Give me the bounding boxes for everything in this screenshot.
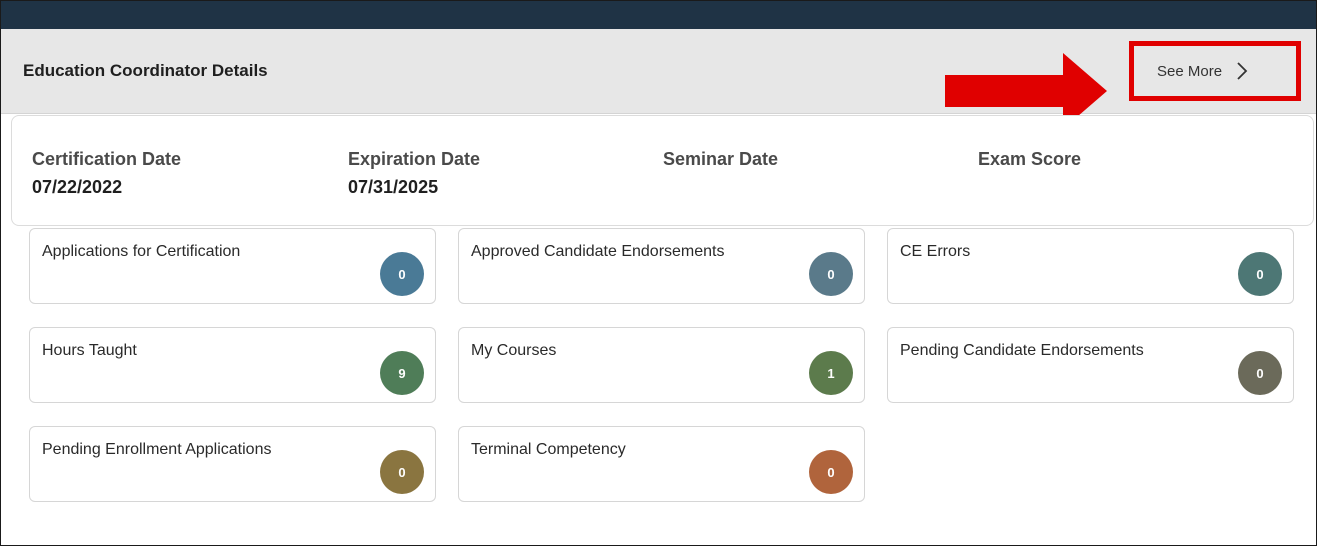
- section-title: Education Coordinator Details: [23, 61, 268, 80]
- tile-label: Pending Candidate Endorsements: [900, 342, 1144, 359]
- top-navigation-bar: [1, 1, 1316, 29]
- tile-approved-candidate-endorsements[interactable]: Approved Candidate Endorsements 0: [458, 228, 865, 304]
- tile-hours-taught[interactable]: Hours Taught 9: [29, 327, 436, 403]
- app-frame: Education Coordinator Details See More C…: [0, 0, 1317, 546]
- certification-date-field: Certification Date 07/22/2022: [32, 149, 181, 198]
- count-badge: 0: [1238, 351, 1282, 395]
- count-badge: 0: [809, 252, 853, 296]
- exam-score-field: Exam Score: [978, 149, 1081, 177]
- count-badge: 0: [809, 450, 853, 494]
- certification-date-label: Certification Date: [32, 149, 182, 169]
- tile-label: Hours Taught: [42, 342, 137, 359]
- tile-label: Pending Enrollment Applications: [42, 441, 272, 458]
- tile-label: Approved Candidate Endorsements: [471, 243, 725, 260]
- expiration-date-label: Expiration Date: [348, 149, 481, 169]
- count-badge: 0: [1238, 252, 1282, 296]
- count-badge: 9: [380, 351, 424, 395]
- tile-ce-errors[interactable]: CE Errors 0: [887, 228, 1294, 304]
- seminar-date-label: Seminar Date: [663, 149, 779, 169]
- tile-pending-candidate-endorsements[interactable]: Pending Candidate Endorsements 0: [887, 327, 1294, 403]
- chevron-right-icon: [1237, 62, 1248, 80]
- tile-terminal-competency[interactable]: Terminal Competency 0: [458, 426, 865, 502]
- count-badge: 0: [380, 252, 424, 296]
- count-badge: 1: [809, 351, 853, 395]
- tile-label: My Courses: [471, 342, 557, 359]
- tile-label: CE Errors: [900, 243, 971, 260]
- section-header: Education Coordinator Details See More: [1, 29, 1316, 129]
- see-more-label: See More: [1157, 62, 1223, 80]
- tile-pending-enrollment-applications[interactable]: Pending Enrollment Applications 0: [29, 426, 436, 502]
- certification-details-card: Certification Date 07/22/2022 Expiration…: [11, 115, 1314, 226]
- exam-score-label: Exam Score: [978, 149, 1082, 169]
- tile-label: Terminal Competency: [471, 441, 626, 458]
- count-badge: 0: [380, 450, 424, 494]
- tile-label: Applications for Certification: [42, 243, 241, 260]
- see-more-button[interactable]: See More: [1129, 41, 1301, 101]
- expiration-date-field: Expiration Date 07/31/2025: [348, 149, 480, 198]
- tile-my-courses[interactable]: My Courses 1: [458, 327, 865, 403]
- expiration-date-value: 07/31/2025: [348, 177, 439, 197]
- tile-applications-for-certification[interactable]: Applications for Certification 0: [29, 228, 436, 304]
- certification-date-value: 07/22/2022: [32, 177, 123, 197]
- seminar-date-field: Seminar Date: [663, 149, 778, 177]
